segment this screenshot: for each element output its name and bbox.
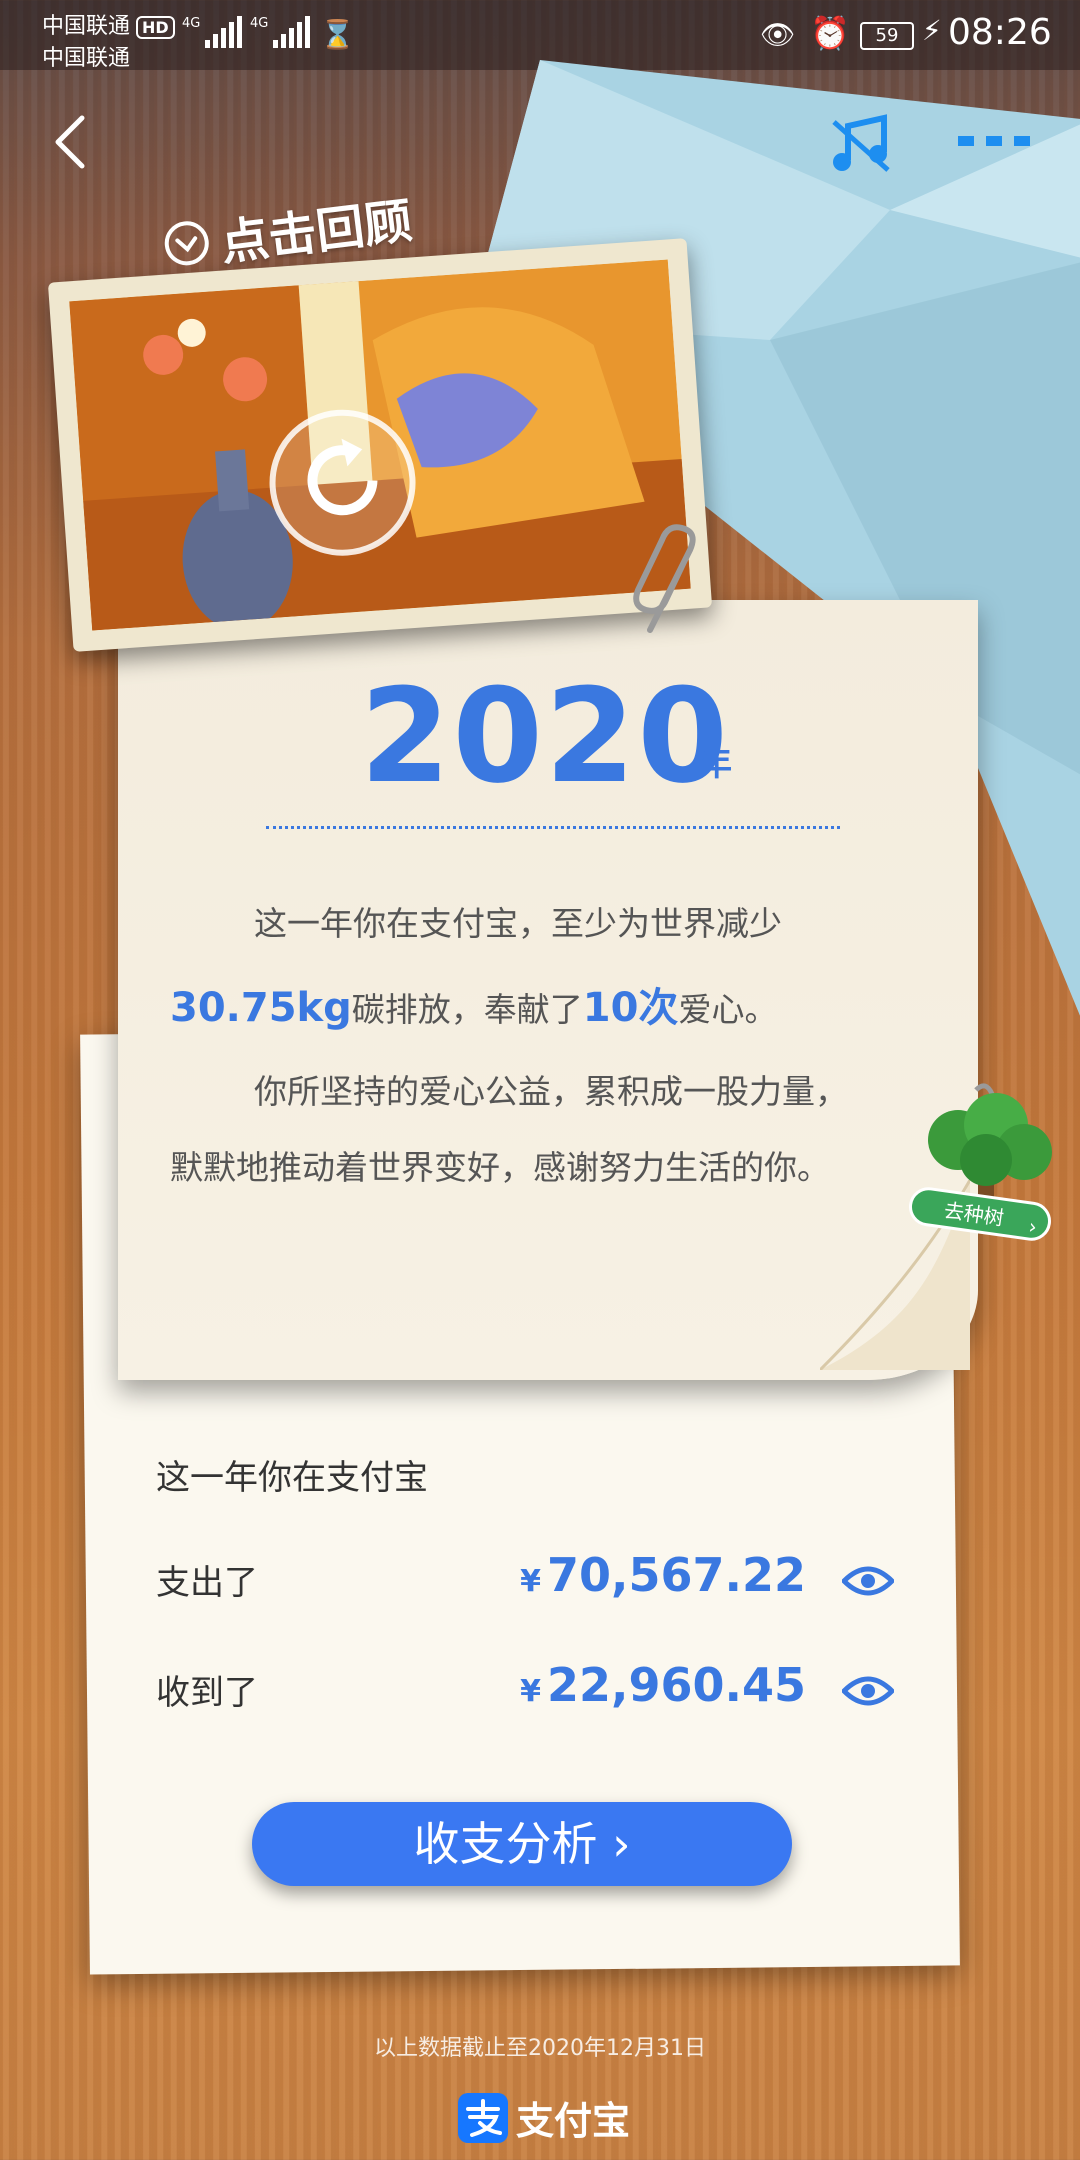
plant-tree-button[interactable]: 去种树 › (906, 1080, 1076, 1250)
received-amount-value: 22,960.45 (547, 1658, 806, 1712)
signal-1-icon: 4G (182, 16, 243, 48)
photo-illustration (69, 259, 691, 631)
carrier-1: 中国联通 HD (42, 8, 175, 40)
charging-icon: ⚡ (922, 14, 942, 47)
eye-toggle-received-icon[interactable] (842, 1673, 894, 1709)
divider-line (266, 826, 840, 829)
carrier-1-name: 中国联通 (42, 14, 131, 39)
currency-symbol: ¥ (520, 1564, 541, 1599)
spent-label: 支出了 (156, 1563, 258, 1603)
data-cutoff-note: 以上数据截止至2020年12月31日 (374, 2036, 706, 2061)
hourglass-icon: ⌛ (320, 18, 355, 51)
hd-badge: HD (136, 16, 175, 39)
received-label: 收到了 (156, 1673, 258, 1713)
annual-text-line-4: 默默地推动着世界变好，感谢努力生活的你。 (170, 1148, 830, 1187)
more-options-button[interactable] (956, 120, 1032, 160)
spent-amount: ¥70,567.22 (520, 1548, 806, 1602)
year-suffix: 年 (698, 744, 732, 784)
summary-title: 这一年你在支付宝 (156, 1458, 428, 1498)
chevron-circle-icon (164, 221, 209, 266)
clock: 08:26 (948, 12, 1052, 53)
eye-toggle-spent-icon[interactable] (842, 1563, 894, 1599)
paperclip-icon (633, 524, 696, 633)
carrier-2: 中国联通 (42, 46, 131, 71)
network-type-2: 4G (250, 16, 269, 31)
year-number: 2020 (360, 660, 730, 812)
network-type-1: 4G (182, 16, 201, 31)
annual-text-line-3: 你所坚持的爱心公益，累积成一股力量， (254, 1072, 848, 1111)
memory-photo[interactable] (47, 238, 713, 652)
alipay-brand: 支付宝 (458, 2090, 630, 2145)
currency-symbol: ¥ (520, 1674, 541, 1709)
carbon-amount: 30.75kg (170, 985, 352, 1031)
alarm-icon: ⏰ (810, 14, 850, 52)
received-amount: ¥22,960.45 (520, 1658, 806, 1712)
income-expense-analysis-button[interactable]: 收支分析 › (252, 1802, 792, 1886)
battery-icon: 59 (860, 22, 914, 50)
back-button[interactable] (44, 112, 104, 172)
music-toggle-button[interactable] (826, 108, 896, 178)
annual-text-line-2: 30.75kg碳排放，奉献了10次爱心。 (170, 984, 777, 1032)
signal-2-icon: 4G (250, 16, 311, 48)
brand-name: 支付宝 (516, 2099, 631, 2143)
alipay-logo-icon (458, 2092, 508, 2143)
annual-text-line-2-end: 爱心。 (678, 990, 778, 1029)
battery-level: 59 (875, 25, 899, 46)
eye-comfort-icon: 👁 (760, 18, 796, 51)
spent-amount-value: 70,567.22 (547, 1548, 806, 1602)
donation-count: 10次 (582, 985, 679, 1031)
annual-text-line-1: 这一年你在支付宝，至少为世界减少 (254, 904, 782, 943)
annual-text-line-2-mid: 碳排放，奉献了 (351, 990, 583, 1029)
